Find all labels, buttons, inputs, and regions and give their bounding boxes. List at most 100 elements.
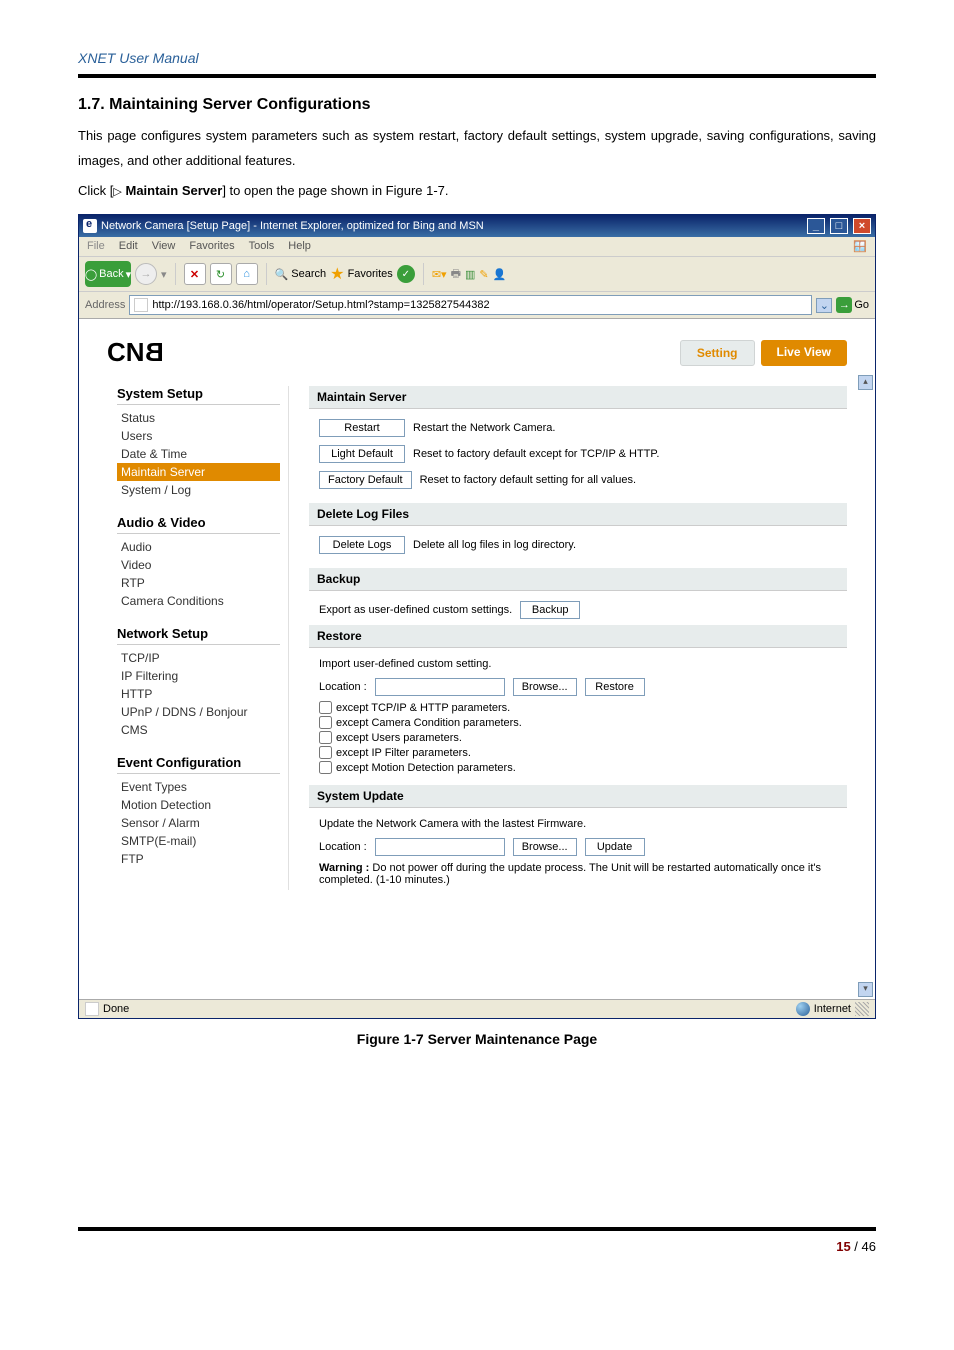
address-bar: Address http://193.168.0.36/html/operato… [79, 292, 875, 319]
menu-file[interactable]: File [87, 240, 105, 253]
menu-bar: File Edit View Favorites Tools Help 🪟 [79, 237, 875, 257]
toolbar: ◯ Back ▾ → ▾ ✕ ↻ ⌂ 🔍 Search ★ Favorites … [79, 257, 875, 292]
go-button[interactable]: →Go [836, 297, 869, 313]
restore-location-label: Location : [319, 681, 367, 693]
close-button[interactable]: × [853, 218, 871, 234]
discuss-button[interactable]: ✎ [479, 263, 488, 285]
warning-text: Do not power off during the update proce… [319, 862, 821, 886]
done-icon [85, 1002, 99, 1016]
edit-button[interactable]: ▥ [465, 263, 475, 285]
scroll-down-button[interactable]: ▾ [858, 982, 873, 997]
chk-except-motion[interactable]: except Motion Detection parameters. [309, 760, 847, 775]
cnb-logo: CNB [107, 337, 163, 368]
address-dropdown[interactable]: ⌄ [816, 298, 832, 313]
restore-button[interactable]: Restore [585, 678, 645, 696]
menu-view[interactable]: View [152, 240, 176, 253]
media-button[interactable]: ✓ [397, 265, 415, 283]
sidebar-item-smtp[interactable]: SMTP(E-mail) [117, 832, 280, 850]
tab-setting[interactable]: Setting [680, 340, 755, 366]
click-suffix: ] to open the page shown in Figure 1-7. [222, 183, 448, 198]
sidebar-item-http[interactable]: HTTP [117, 685, 280, 703]
sidebar-item-users[interactable]: Users [117, 427, 280, 445]
chk-except-tcpip[interactable]: except TCP/IP & HTTP parameters. [309, 700, 847, 715]
status-done: Done [103, 1003, 129, 1015]
sidebar-item-maintain[interactable]: Maintain Server [117, 463, 280, 481]
page-content: ▴ ▾ CNB Setting Live View System Setup S… [79, 319, 875, 999]
address-input[interactable]: http://193.168.0.36/html/operator/Setup.… [129, 295, 812, 315]
status-zone: Internet [814, 1003, 851, 1015]
back-button[interactable]: ◯ Back ▾ [85, 261, 131, 287]
address-label: Address [85, 299, 125, 311]
factory-default-desc: Reset to factory default setting for all… [420, 474, 636, 486]
window-title: Network Camera [Setup Page] - Internet E… [101, 220, 484, 232]
update-location-input[interactable] [375, 838, 505, 856]
home-button[interactable]: ⌂ [236, 263, 258, 285]
light-default-button[interactable]: Light Default [319, 445, 405, 463]
restart-button[interactable]: Restart [319, 419, 405, 437]
delete-logs-button[interactable]: Delete Logs [319, 536, 405, 554]
sidebar-head-system: System Setup [117, 386, 280, 405]
sidebar-item-status[interactable]: Status [117, 409, 280, 427]
triangle-icon: ▷ [113, 186, 121, 198]
restore-location-input[interactable] [375, 678, 505, 696]
forward-button[interactable]: → [135, 263, 157, 285]
minimize-button[interactable]: _ [807, 218, 825, 234]
mail-button[interactable]: ✉▾ [432, 263, 447, 285]
tab-live-view[interactable]: Live View [761, 340, 847, 366]
update-browse-button[interactable]: Browse... [513, 838, 577, 856]
sidebar-item-datetime[interactable]: Date & Time [117, 445, 280, 463]
sidebar-item-ipfilter[interactable]: IP Filtering [117, 667, 280, 685]
sidebar-item-ftp[interactable]: FTP [117, 850, 280, 868]
stop-button[interactable]: ✕ [184, 263, 206, 285]
sidebar-item-video[interactable]: Video [117, 556, 280, 574]
search-button[interactable]: 🔍 Search [275, 263, 327, 285]
section-maintain-head: Maintain Server [309, 386, 847, 409]
export-desc: Export as user-defined custom settings. [319, 604, 512, 616]
intro-para: This page configures system parameters s… [78, 124, 876, 173]
titlebar: Network Camera [Setup Page] - Internet E… [79, 215, 875, 237]
scroll-up-button[interactable]: ▴ [858, 375, 873, 390]
sidebar-item-audio[interactable]: Audio [117, 538, 280, 556]
figure-caption: Figure 1-7 Server Maintenance Page [78, 1031, 876, 1047]
maximize-button[interactable]: □ [830, 218, 848, 234]
messenger-button[interactable]: 👤 [493, 263, 507, 285]
section-backup-head: Backup [309, 568, 847, 591]
factory-default-button[interactable]: Factory Default [319, 471, 412, 489]
page-number: 15 / 46 [78, 1239, 876, 1254]
click-instruction: Click [▷ Maintain Server] to open the pa… [78, 179, 876, 204]
menu-favorites[interactable]: Favorites [189, 240, 234, 253]
menu-tools[interactable]: Tools [249, 240, 275, 253]
chk-except-camera[interactable]: except Camera Condition parameters. [309, 715, 847, 730]
restart-desc: Restart the Network Camera. [413, 422, 555, 434]
sidebar-item-event-types[interactable]: Event Types [117, 778, 280, 796]
menu-help[interactable]: Help [288, 240, 311, 253]
delete-logs-desc: Delete all log files in log directory. [413, 539, 576, 551]
resize-grip[interactable] [855, 1002, 869, 1016]
sidebar-item-tcpip[interactable]: TCP/IP [117, 649, 280, 667]
refresh-button[interactable]: ↻ [210, 263, 232, 285]
click-item: Maintain Server [125, 183, 222, 198]
sidebar-item-camera-cond[interactable]: Camera Conditions [117, 592, 280, 610]
restore-browse-button[interactable]: Browse... [513, 678, 577, 696]
sidebar-item-cms[interactable]: CMS [117, 721, 280, 739]
globe-icon [796, 1002, 810, 1016]
sidebar-item-upnp[interactable]: UPnP / DDNS / Bonjour [117, 703, 280, 721]
sidebar-item-syslog[interactable]: System / Log [117, 481, 280, 499]
main-panel: Maintain Server Restart Restart the Netw… [309, 386, 847, 890]
backup-button[interactable]: Backup [520, 601, 580, 619]
windows-flag-icon: 🪟 [853, 240, 867, 253]
sidebar-head-event: Event Configuration [117, 755, 280, 774]
sidebar-item-motion[interactable]: Motion Detection [117, 796, 280, 814]
sidebar-item-rtp[interactable]: RTP [117, 574, 280, 592]
chk-except-ipfilter[interactable]: except IP Filter parameters. [309, 745, 847, 760]
address-url: http://193.168.0.36/html/operator/Setup.… [152, 299, 489, 311]
status-bar: Done Internet [79, 999, 875, 1018]
print-button[interactable]: 🖶 [451, 263, 461, 285]
browser-window: Network Camera [Setup Page] - Internet E… [78, 214, 876, 1019]
page-total: 46 [862, 1239, 876, 1254]
update-button[interactable]: Update [585, 838, 645, 856]
favorites-button[interactable]: ★ Favorites [330, 263, 393, 285]
menu-edit[interactable]: Edit [119, 240, 138, 253]
sidebar-item-sensor[interactable]: Sensor / Alarm [117, 814, 280, 832]
chk-except-users[interactable]: except Users parameters. [309, 730, 847, 745]
